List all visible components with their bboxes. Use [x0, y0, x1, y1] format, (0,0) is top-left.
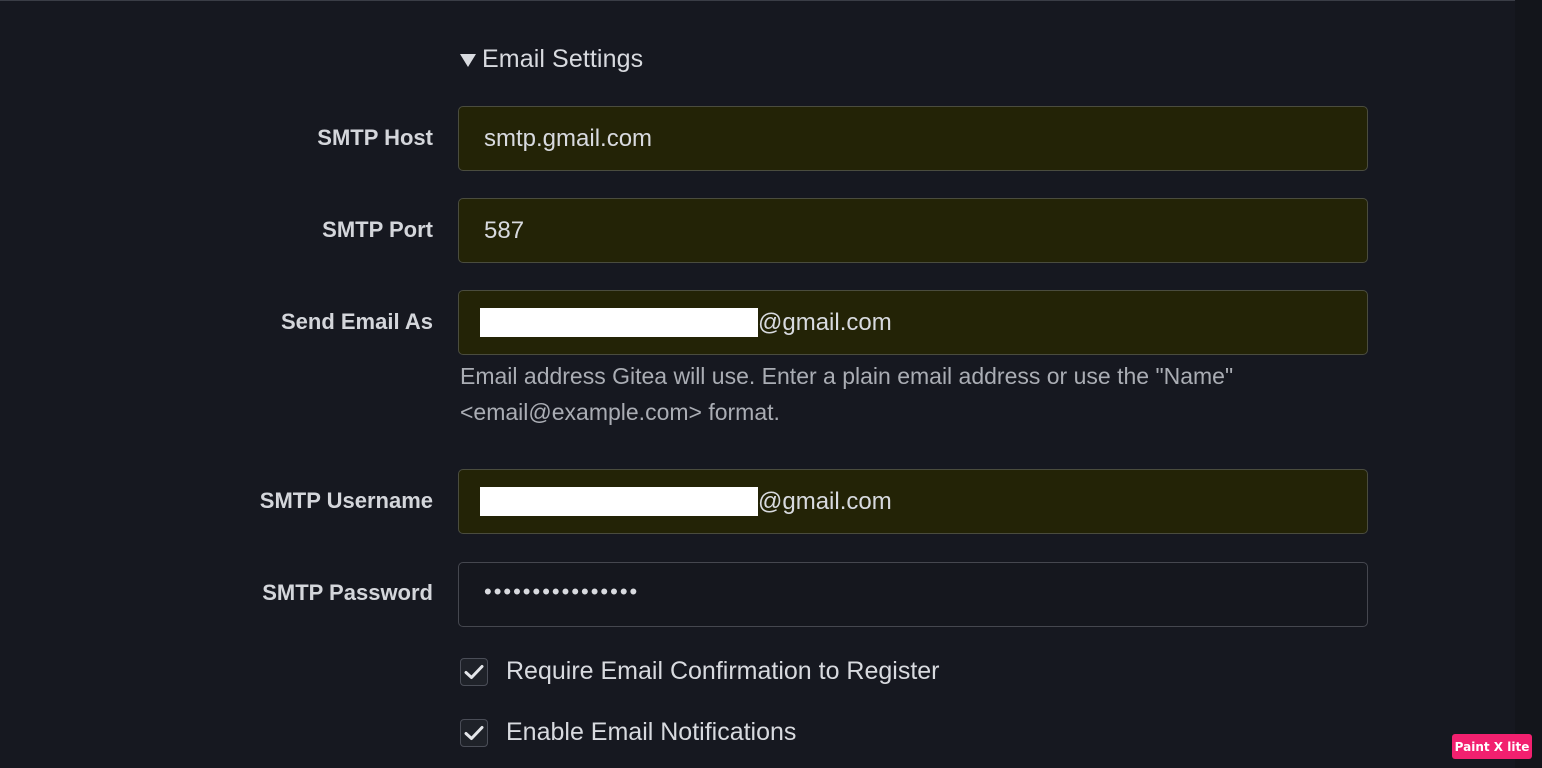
send-email-as-input[interactable]: @gmail.com	[458, 290, 1368, 355]
smtp-password-input[interactable]: ••••••••••••••••	[458, 562, 1368, 627]
enable-email-notifications-checkbox[interactable]: Enable Email Notifications	[460, 718, 796, 747]
smtp-password-label: SMTP Password	[262, 580, 433, 605]
smtp-username-label: SMTP Username	[259, 488, 433, 513]
smtp-port-input[interactable]: 587	[458, 198, 1368, 263]
smtp-port-label: SMTP Port	[322, 217, 433, 242]
top-divider	[0, 0, 1515, 1]
checkbox-box[interactable]	[460, 718, 488, 747]
triangle-down-icon	[460, 53, 476, 67]
smtp-username-input[interactable]: @gmail.com	[458, 469, 1368, 534]
redaction-box	[480, 308, 758, 337]
right-edge-panel	[1515, 0, 1542, 768]
settings-page: Email Settings SMTP Host smtp.gmail.com …	[0, 0, 1542, 768]
smtp-host-label: SMTP Host	[317, 125, 433, 150]
checkbox-label: Require Email Confirmation to Register	[506, 657, 940, 685]
smtp-username-domain: @gmail.com	[758, 487, 892, 515]
smtp-host-input[interactable]: smtp.gmail.com	[458, 106, 1368, 171]
redaction-box	[480, 487, 758, 516]
send-email-as-label: Send Email As	[280, 309, 433, 334]
checkmark-icon	[464, 664, 484, 679]
checkmark-icon	[464, 725, 484, 740]
checkbox-box[interactable]	[460, 657, 488, 686]
send-email-as-help: Email address Gitea will use. Enter a pl…	[460, 363, 1234, 425]
checkbox-label: Enable Email Notifications	[506, 718, 797, 746]
password-mask: ••••••••••••••••	[484, 578, 640, 604]
email-settings-toggle[interactable]: Email Settings	[460, 42, 643, 76]
require-email-confirmation-checkbox[interactable]: Require Email Confirmation to Register	[460, 657, 940, 686]
smtp-port-value: 587	[484, 216, 525, 244]
section-title: Email Settings	[482, 44, 644, 73]
send-email-as-domain: @gmail.com	[758, 308, 892, 336]
smtp-host-value: smtp.gmail.com	[484, 124, 653, 152]
paint-x-lite-watermark: Paint X lite	[1452, 734, 1532, 759]
